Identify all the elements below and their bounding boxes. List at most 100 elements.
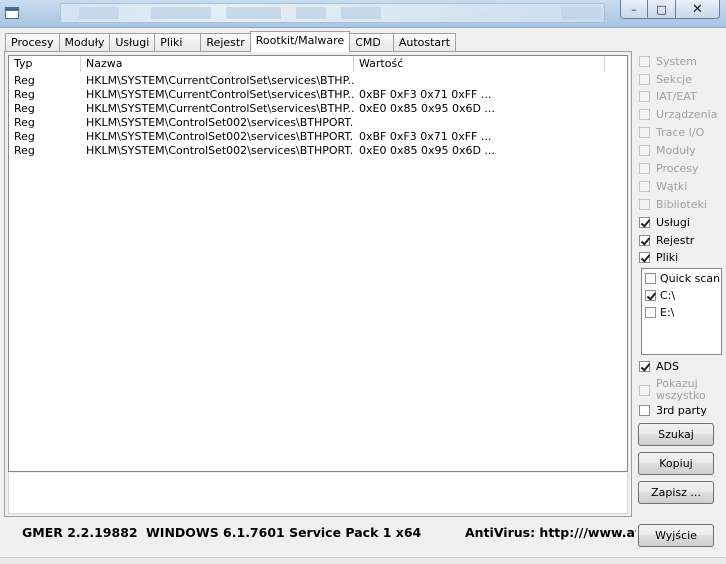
- drive-label: Quick scan: [660, 272, 721, 285]
- status-os: WINDOWS 6.1.7601 Service Pack 1 x64: [146, 525, 422, 540]
- column-header-nazwa[interactable]: Nazwa: [81, 56, 354, 72]
- drive-quick-scan[interactable]: Quick scan: [645, 271, 720, 286]
- drive-label: C:\: [660, 289, 676, 302]
- checkbox: [639, 198, 650, 210]
- cell-typ: Reg: [14, 144, 35, 157]
- option-ads[interactable]: ADS: [639, 358, 679, 374]
- cell-wartosc: [354, 116, 605, 130]
- tab-autostart[interactable]: Autostart: [392, 33, 457, 52]
- minimize-button[interactable]: –: [620, 0, 648, 19]
- cell-nazwa: HKLM\SYSTEM\ControlSet002\services\BTHPO…: [86, 130, 354, 143]
- option-label: Trace I/O: [656, 125, 705, 139]
- checkbox[interactable]: [639, 234, 650, 246]
- cell-typ: Reg: [14, 74, 35, 87]
- checkbox[interactable]: [639, 251, 650, 263]
- option-trace-io: Trace I/O: [639, 124, 704, 140]
- option-label: Urządzenia: [656, 107, 718, 121]
- cell-typ: Reg: [14, 116, 35, 129]
- list-rows: Reg HKLM\SYSTEM\CurrentControlSet\servic…: [9, 74, 627, 158]
- list-header: Typ Nazwa Wartość: [9, 56, 627, 72]
- option-label: 3rd party: [656, 403, 707, 417]
- table-row[interactable]: Reg HKLM\SYSTEM\ControlSet002\services\B…: [9, 130, 627, 144]
- cell-typ: Reg: [14, 102, 35, 115]
- option-pliki[interactable]: Pliki: [639, 249, 678, 265]
- close-icon: ✕: [692, 1, 703, 17]
- checkbox: [639, 108, 650, 120]
- status-version: GMER 2.2.19882: [22, 525, 138, 540]
- option-biblioteki: Biblioteki: [639, 196, 707, 212]
- blurred-title-region: [60, 3, 605, 23]
- tab-rejestr[interactable]: Rejestr: [200, 33, 250, 52]
- option-sekcje: Sekcje: [639, 71, 692, 87]
- column-header-empty: [605, 56, 627, 72]
- checkbox: [639, 144, 650, 156]
- option-uslugi[interactable]: Usługi: [639, 214, 690, 230]
- checkbox[interactable]: [639, 216, 650, 228]
- tab-cmd[interactable]: CMD: [350, 33, 393, 52]
- option-procesy: Procesy: [639, 160, 699, 176]
- tab-rootkit-malware[interactable]: Rootkit/Malware: [249, 31, 351, 52]
- option-label: Moduły: [656, 143, 696, 157]
- checkbox[interactable]: [645, 273, 656, 284]
- option-label: System: [656, 54, 698, 68]
- tab-uslugi[interactable]: Usługi: [109, 33, 155, 52]
- option-pokazuj-wszystko: Pokazuj wszystko: [639, 377, 706, 403]
- cell-typ: Reg: [14, 88, 35, 101]
- cell-nazwa: HKLM\SYSTEM\CurrentControlSet\services\B…: [86, 74, 354, 87]
- option-3rd-party[interactable]: 3rd party: [639, 402, 707, 418]
- maximize-button[interactable]: □: [648, 0, 676, 19]
- window-controls: – □ ✕: [620, 0, 720, 20]
- szukaj-button[interactable]: Szukaj: [638, 423, 714, 446]
- log-area[interactable]: [8, 473, 628, 514]
- maximize-icon: □: [656, 2, 667, 16]
- kopiuj-button[interactable]: Kopiuj: [638, 452, 714, 475]
- table-row[interactable]: Reg HKLM\SYSTEM\CurrentControlSet\servic…: [9, 102, 627, 116]
- option-label: Pliki: [656, 250, 679, 264]
- option-label: Usługi: [656, 215, 690, 229]
- checkbox: [639, 384, 650, 396]
- cell-wartosc: 0xBF 0xF3 0x71 0xFF ...: [359, 88, 492, 101]
- checkbox[interactable]: [639, 360, 650, 372]
- checkbox[interactable]: [645, 290, 656, 301]
- checkbox: [639, 90, 650, 102]
- zapisz-button[interactable]: Zapisz ...: [638, 481, 714, 504]
- option-label: Pokazuj wszystko: [656, 378, 706, 402]
- checkbox: [639, 162, 650, 174]
- status-bar: GMER 2.2.19882 WINDOWS 6.1.7601 Service …: [6, 521, 636, 545]
- main-panel: Typ Nazwa Wartość Reg HKLM\SYSTEM\Curren…: [4, 51, 632, 517]
- checkbox[interactable]: [639, 404, 650, 416]
- column-header-wartosc[interactable]: Wartość: [354, 56, 605, 72]
- checkbox[interactable]: [645, 307, 656, 318]
- table-row[interactable]: Reg HKLM\SYSTEM\CurrentControlSet\servic…: [9, 74, 627, 88]
- wyjscie-button[interactable]: Wyjście: [638, 524, 714, 547]
- table-row[interactable]: Reg HKLM\SYSTEM\ControlSet002\services\B…: [9, 144, 627, 158]
- cell-nazwa: HKLM\SYSTEM\ControlSet002\services\BTHPO…: [86, 144, 354, 157]
- option-rejestr[interactable]: Rejestr: [639, 232, 694, 248]
- option-urzadzenia: Urządzenia: [639, 106, 717, 122]
- table-row[interactable]: Reg HKLM\SYSTEM\CurrentControlSet\servic…: [9, 88, 627, 102]
- column-header-typ[interactable]: Typ: [9, 56, 81, 72]
- drive-c[interactable]: C:\: [645, 288, 675, 303]
- option-label-line2: wszystko: [656, 389, 706, 402]
- tab-strip: Procesy Moduły Usługi Pliki Rejestr Root…: [5, 31, 457, 52]
- tab-moduly[interactable]: Moduły: [58, 33, 110, 52]
- option-label: Sekcje: [656, 72, 692, 86]
- checkbox: [639, 126, 650, 138]
- drive-label: E:\: [660, 306, 675, 319]
- checkbox: [639, 180, 650, 192]
- drive-list[interactable]: Quick scan C:\ E:\: [641, 268, 722, 355]
- results-list[interactable]: Typ Nazwa Wartość Reg HKLM\SYSTEM\Curren…: [8, 55, 628, 472]
- close-button[interactable]: ✕: [676, 0, 720, 19]
- cell-wartosc: 0xE0 0x85 0x95 0x6D ...: [359, 144, 495, 157]
- option-system: System: [639, 53, 697, 69]
- table-row[interactable]: Reg HKLM\SYSTEM\ControlSet002\services\B…: [9, 116, 627, 130]
- title-bar: – □ ✕: [0, 0, 726, 28]
- option-moduly: Moduły: [639, 142, 696, 158]
- cell-wartosc: [354, 74, 605, 88]
- tab-pliki[interactable]: Pliki: [154, 33, 201, 52]
- drive-e[interactable]: E:\: [645, 305, 674, 320]
- tab-procesy[interactable]: Procesy: [5, 33, 59, 52]
- option-label: ADS: [656, 359, 679, 373]
- minimize-icon: –: [631, 2, 637, 16]
- option-label: Procesy: [656, 161, 699, 175]
